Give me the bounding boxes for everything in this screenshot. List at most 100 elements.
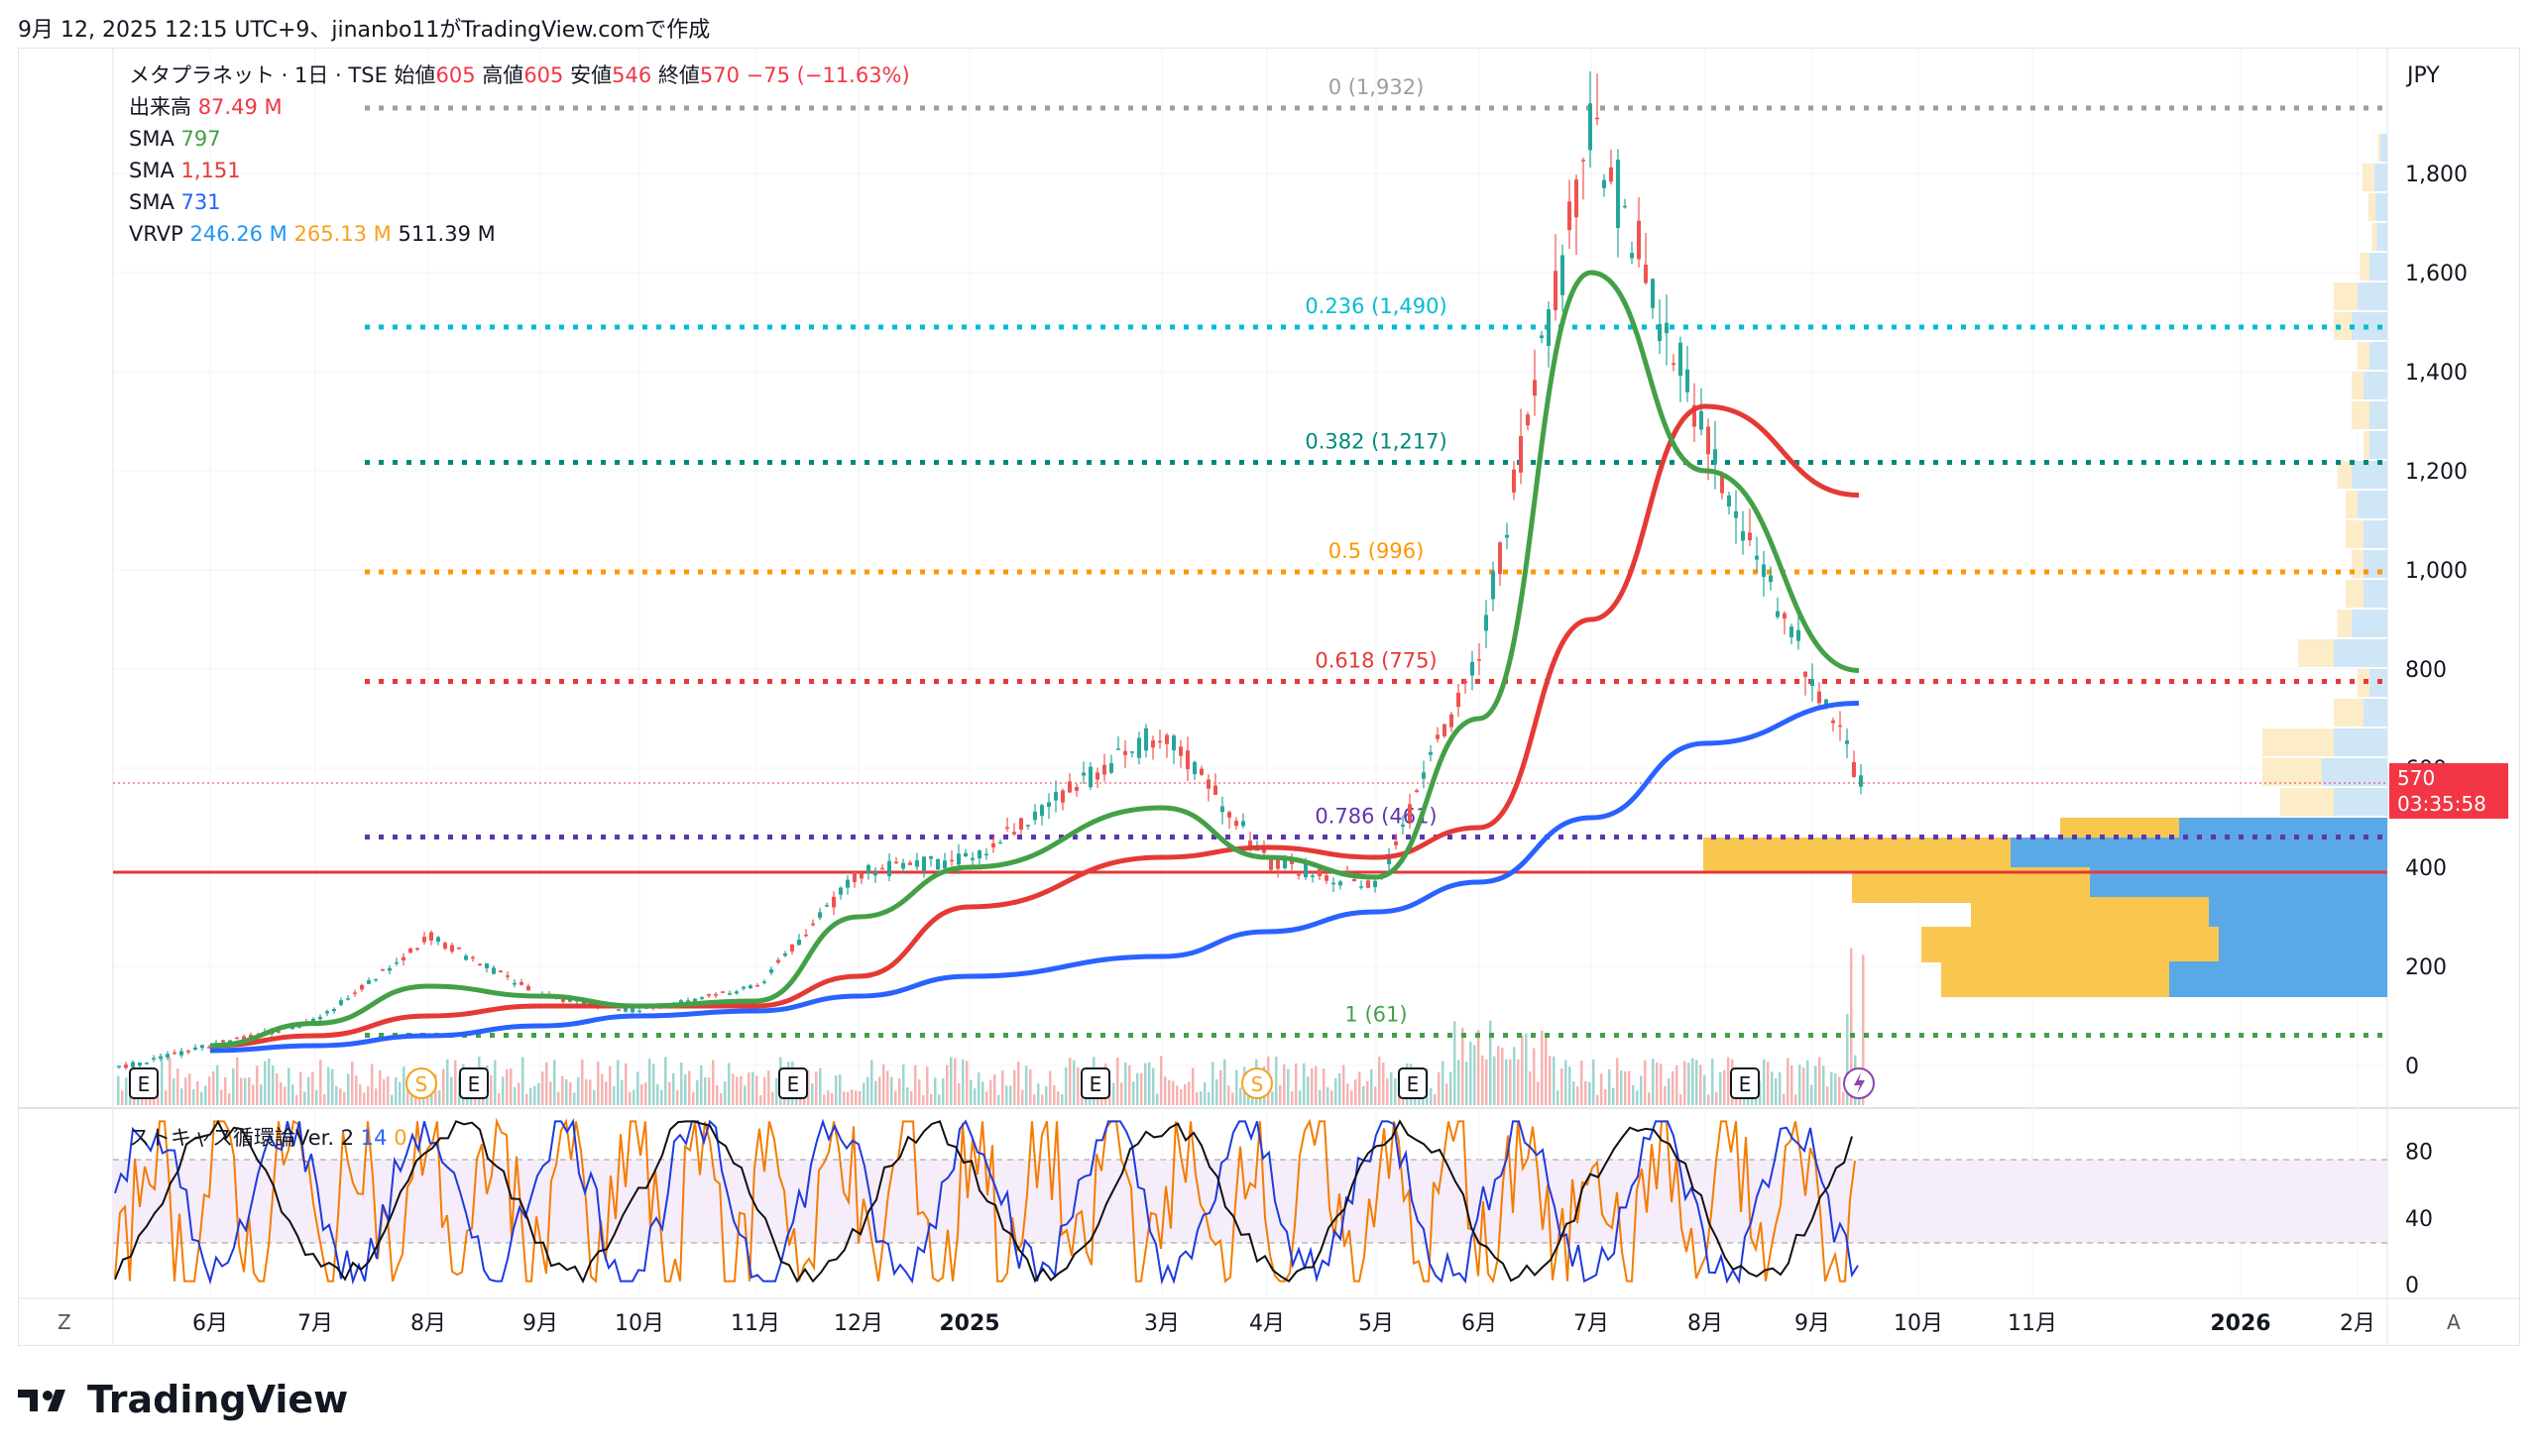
volume-bar xyxy=(1069,1058,1072,1105)
chart-legend: メタプラネット · 1日 · TSE 始値605 高値605 安値546 終値5… xyxy=(129,59,910,250)
volume-bar xyxy=(660,1089,663,1105)
candle-body xyxy=(762,981,766,983)
volume-label[interactable]: 出来高 xyxy=(129,95,191,119)
candle-body xyxy=(1470,661,1474,676)
candle-body xyxy=(485,962,489,968)
volume-bar xyxy=(1176,1085,1179,1105)
candle-body xyxy=(235,1037,239,1040)
volume-bar xyxy=(1366,1080,1369,1105)
vp-bar-down xyxy=(2352,372,2364,399)
high-value: 605 xyxy=(523,63,564,87)
volume-bar xyxy=(989,1079,992,1105)
volume-bar xyxy=(1287,1068,1290,1105)
sma1-label[interactable]: SMA xyxy=(129,127,174,151)
volume-bar xyxy=(652,1064,655,1105)
candle-body xyxy=(839,887,843,895)
volume-bar xyxy=(910,1090,913,1105)
volume-bar xyxy=(874,1080,877,1105)
volume-bar xyxy=(625,1063,628,1105)
oscillator-legend[interactable]: ストキャス循環論Ver. 2 14 0 xyxy=(129,1122,407,1152)
sma3-label[interactable]: SMA xyxy=(129,190,174,214)
auto-scale-button[interactable]: A xyxy=(2447,1310,2461,1334)
volume-bar xyxy=(1715,1092,1718,1105)
volume-bar xyxy=(295,1094,298,1105)
candle-body xyxy=(1741,530,1745,541)
candle-body xyxy=(936,858,940,870)
volume-bar xyxy=(1144,1063,1147,1105)
volume-bar xyxy=(533,1085,536,1105)
candle-body xyxy=(1574,179,1578,218)
volume-bar xyxy=(1307,1076,1310,1105)
volume-bar xyxy=(204,1085,207,1105)
candle-body xyxy=(1429,751,1433,755)
volume-bar xyxy=(664,1057,667,1105)
sma1-value: 797 xyxy=(180,127,221,151)
symbol-label[interactable]: メタプラネット · 1日 · TSE xyxy=(129,63,388,87)
candle-body xyxy=(1033,811,1037,821)
volume-bar xyxy=(319,1060,322,1105)
candle-body xyxy=(450,945,454,952)
vp-bar-up xyxy=(2369,401,2387,429)
volume-bar xyxy=(1612,1087,1615,1105)
candle-body xyxy=(984,853,988,855)
volume-bar xyxy=(220,1089,223,1105)
candle-body xyxy=(1519,436,1523,473)
vp-bar-up xyxy=(2352,461,2387,489)
last-price: 570 xyxy=(2397,766,2436,790)
vp-bar-up xyxy=(2352,610,2387,637)
volume-bar xyxy=(1231,1092,1234,1105)
vp-bar-up xyxy=(2322,758,2387,786)
vp-bar-down xyxy=(2337,461,2352,489)
y-tick-label: 1,200 xyxy=(2405,460,2468,485)
volume-bar xyxy=(288,1067,290,1105)
volume-bar xyxy=(1223,1059,1226,1105)
volume-bar xyxy=(1604,1089,1607,1105)
candle-body xyxy=(1540,335,1544,339)
volume-bar xyxy=(1576,1086,1579,1105)
candle-body xyxy=(1158,740,1162,743)
volume-bar xyxy=(490,1074,493,1105)
volume-bar xyxy=(668,1081,671,1105)
vp-bar-up xyxy=(2373,164,2387,191)
volume-bar xyxy=(1041,1094,1044,1105)
sma2-label[interactable]: SMA xyxy=(129,159,174,182)
volume-bar xyxy=(1485,1059,1488,1105)
candle-body xyxy=(1498,542,1502,575)
volume-bar xyxy=(851,1089,854,1105)
volume-bar xyxy=(914,1064,917,1105)
candle-body xyxy=(1193,761,1197,775)
volume-bar xyxy=(1549,1056,1552,1105)
candle-body xyxy=(1269,858,1273,870)
vp-bar-down xyxy=(2352,401,2369,429)
volume-bar xyxy=(367,1085,370,1105)
fib-label: 0 (1,932) xyxy=(1328,75,1425,99)
volume-bar xyxy=(692,1091,695,1105)
volume-bar xyxy=(1553,1056,1556,1105)
candle-body xyxy=(1012,832,1016,835)
vrvp-label[interactable]: VRVP xyxy=(129,222,183,246)
volume-bar xyxy=(601,1073,604,1105)
volume-bar xyxy=(1434,1094,1437,1105)
candle-body xyxy=(1408,804,1412,823)
currency-label[interactable]: JPY xyxy=(2407,63,2440,88)
candle-body xyxy=(1089,766,1093,788)
volume-bar xyxy=(502,1076,505,1105)
bar-countdown: 03:35:58 xyxy=(2397,792,2486,816)
volume-bar xyxy=(1711,1058,1714,1105)
volume-bar xyxy=(1465,1062,1468,1105)
volume-bar xyxy=(898,1078,901,1105)
candle-body xyxy=(1394,841,1398,845)
vp-bar-up xyxy=(2358,491,2387,518)
volume-bar xyxy=(823,1094,826,1105)
volume-bar xyxy=(843,1091,846,1105)
volume-bar xyxy=(232,1067,235,1105)
volume-bar xyxy=(510,1067,513,1105)
volume-bar xyxy=(1557,1090,1559,1105)
volume-bar xyxy=(930,1093,933,1105)
volume-bar xyxy=(125,1077,128,1105)
volume-bar xyxy=(577,1076,580,1105)
volume-bar xyxy=(506,1068,509,1105)
volume-bar xyxy=(736,1076,739,1105)
goto-start-button[interactable]: Z xyxy=(58,1310,71,1334)
volume-bar xyxy=(244,1077,247,1105)
